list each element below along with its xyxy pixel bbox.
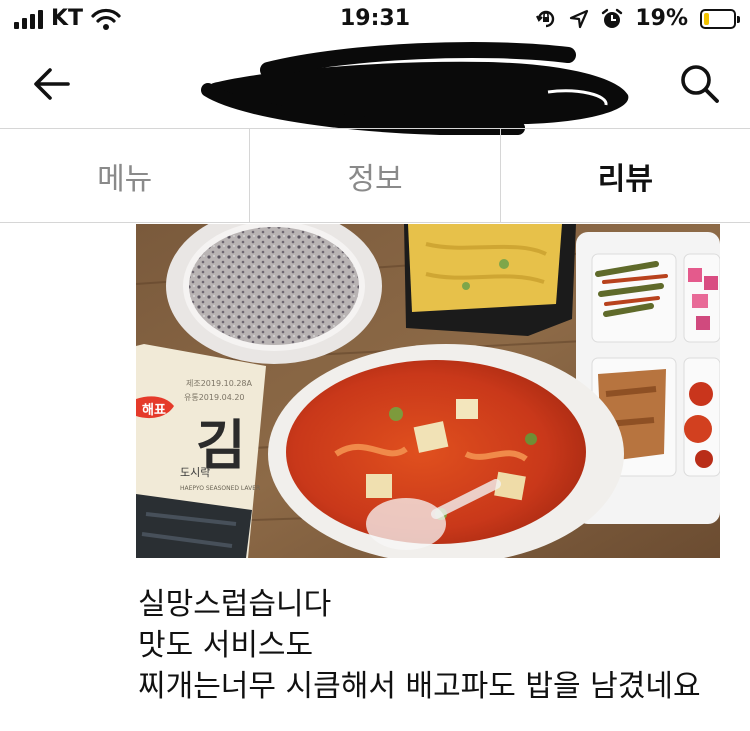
seaweed-sub-label: 도시락 <box>180 466 210 479</box>
tab-label: 리뷰 <box>597 161 653 197</box>
location-icon <box>570 9 589 29</box>
title-redaction <box>201 42 629 135</box>
status-right: 19% <box>535 6 740 32</box>
battery-fill <box>704 13 709 25</box>
seaweed-eng-label: HAEPYO SEASONED LAVER <box>180 485 260 492</box>
alarm-icon <box>602 8 623 28</box>
tab-info[interactable]: 정보 <box>250 129 501 222</box>
review-text: 실망스럽습니다 맛도 서비스도 찌개는너무 시큼해서 배고파도 밥을 남겼네요 <box>138 584 738 707</box>
search-button[interactable] <box>676 60 724 108</box>
tab-bar: 메뉴 정보 리뷰 <box>0 128 750 223</box>
back-button[interactable] <box>28 62 76 106</box>
food-photo-drawing: 해표 제조2019.10.28A 유통2019.04.20 김 도시락 HAEP… <box>136 224 720 558</box>
seaweed-date-2: 유통2019.04.20 <box>184 393 245 402</box>
status-bar: KT 19:31 19% <box>0 0 750 40</box>
tab-label: 메뉴 <box>97 161 153 197</box>
tab-label: 정보 <box>347 161 403 197</box>
review-line: 찌개는너무 시큼해서 배고파도 밥을 남겼네요 <box>138 669 701 704</box>
battery-percent: 19% <box>635 6 688 31</box>
nav-bar <box>0 40 750 135</box>
battery-icon <box>700 9 740 29</box>
search-icon <box>681 65 719 103</box>
tab-review[interactable]: 리뷰 <box>501 129 750 222</box>
arrow-left-icon <box>34 68 70 100</box>
review-line: 실망스럽습니다 <box>138 587 332 622</box>
seaweed-date-1: 제조2019.10.28A <box>186 379 253 388</box>
orientation-lock-icon <box>536 10 555 28</box>
tab-menu[interactable]: 메뉴 <box>0 129 251 222</box>
seaweed-brand-label: 해표 <box>142 402 166 418</box>
review-photo[interactable]: 해표 제조2019.10.28A 유통2019.04.20 김 도시락 HAEP… <box>136 224 720 558</box>
review-line: 맛도 서비스도 <box>138 628 314 663</box>
